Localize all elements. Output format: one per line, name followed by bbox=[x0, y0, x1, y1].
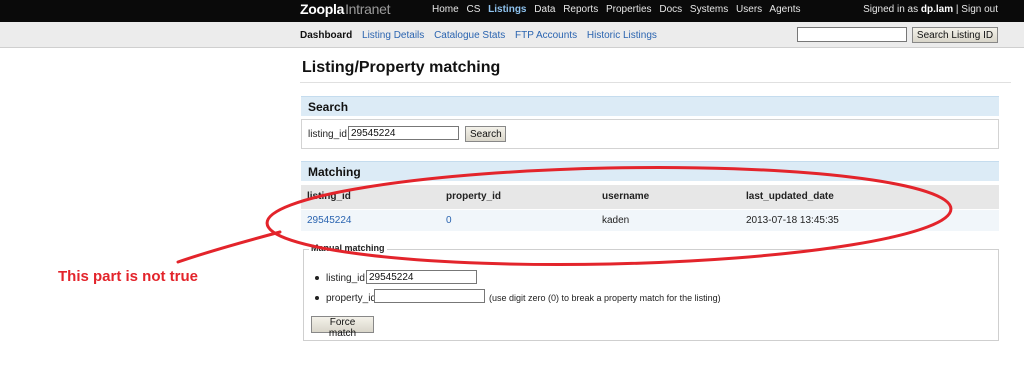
subnav-listing-details[interactable]: Listing Details bbox=[362, 30, 424, 41]
manual-listing-id-label: listing_id bbox=[326, 273, 365, 284]
main-nav: Home CS Listings Data Reports Properties… bbox=[432, 4, 806, 15]
listing-id-search-input[interactable] bbox=[797, 27, 907, 42]
search-listing-id-input[interactable] bbox=[348, 126, 459, 140]
account-info: Signed in as dp.lam | Sign out bbox=[863, 4, 998, 15]
nav-home[interactable]: Home bbox=[432, 4, 459, 15]
nav-agents[interactable]: Agents bbox=[769, 4, 800, 15]
top-bar: ZooplaIntranet Home CS Listings Data Rep… bbox=[0, 0, 1024, 22]
manual-property-id-label: property_id bbox=[326, 293, 377, 304]
account-separator: | bbox=[955, 4, 959, 15]
subnav-catalogue-stats[interactable]: Catalogue Stats bbox=[434, 30, 505, 41]
force-match-button[interactable]: Force match bbox=[311, 316, 374, 339]
search-panel-heading: Search bbox=[301, 96, 999, 116]
manual-matching-legend: Manual matching bbox=[309, 243, 387, 253]
matching-table-header: listing_id property_id username last_upd… bbox=[301, 185, 999, 210]
account-username[interactable]: dp.lam bbox=[921, 4, 953, 15]
matching-table: listing_id property_id username last_upd… bbox=[301, 185, 999, 231]
column-header-username: username bbox=[596, 185, 740, 210]
page-root: ZooplaIntranet Home CS Listings Data Rep… bbox=[0, 0, 1024, 391]
search-listing-id-label: listing_id bbox=[308, 129, 347, 140]
signed-in-prefix: Signed in as bbox=[863, 4, 919, 15]
manual-property-id-hint: (use digit zero (0) to break a property … bbox=[489, 293, 721, 303]
logo-sub: Intranet bbox=[345, 1, 391, 17]
cell-username: kaden bbox=[596, 209, 740, 231]
nav-cs[interactable]: CS bbox=[466, 4, 480, 15]
subnav-historic-listings[interactable]: Historic Listings bbox=[587, 30, 657, 41]
annotation-text: This part is not true bbox=[58, 268, 199, 285]
bullet-icon bbox=[315, 276, 319, 280]
sign-out-link[interactable]: Sign out bbox=[961, 4, 998, 15]
nav-data[interactable]: Data bbox=[534, 4, 555, 15]
sub-nav-bar: Dashboard Listing Details Catalogue Stat… bbox=[0, 22, 1024, 48]
nav-listings[interactable]: Listings bbox=[488, 4, 526, 15]
annotation-arrow bbox=[176, 230, 282, 264]
nav-properties[interactable]: Properties bbox=[606, 4, 652, 15]
table-row: 29545224 0 kaden 2013-07-18 13:45:35 bbox=[301, 209, 999, 231]
nav-docs[interactable]: Docs bbox=[659, 4, 682, 15]
bullet-icon bbox=[315, 296, 319, 300]
nav-users[interactable]: Users bbox=[736, 4, 762, 15]
page-title: Listing/Property matching bbox=[302, 59, 501, 76]
search-listing-id-button[interactable]: Search Listing ID bbox=[912, 27, 998, 43]
nav-reports[interactable]: Reports bbox=[563, 4, 598, 15]
cell-last-updated-date: 2013-07-18 13:45:35 bbox=[740, 209, 999, 231]
matching-panel-heading: Matching bbox=[301, 161, 999, 181]
column-header-listing-id: listing_id bbox=[301, 185, 440, 210]
subnav-ftp-accounts[interactable]: FTP Accounts bbox=[515, 30, 577, 41]
cell-listing-id-link[interactable]: 29545224 bbox=[301, 209, 440, 231]
sub-nav: Dashboard Listing Details Catalogue Stat… bbox=[300, 30, 664, 41]
search-button[interactable]: Search bbox=[465, 126, 506, 142]
title-divider bbox=[300, 82, 1011, 83]
column-header-property-id: property_id bbox=[440, 185, 596, 210]
search-panel: listing_id Search bbox=[301, 119, 999, 149]
cell-property-id-link[interactable]: 0 bbox=[440, 209, 596, 231]
logo-main: Zoopla bbox=[300, 1, 345, 17]
manual-property-id-input[interactable] bbox=[374, 289, 485, 303]
manual-listing-id-input[interactable] bbox=[366, 270, 477, 284]
column-header-last-updated-date: last_updated_date bbox=[740, 185, 999, 210]
nav-systems[interactable]: Systems bbox=[690, 4, 728, 15]
app-logo[interactable]: ZooplaIntranet bbox=[300, 1, 390, 17]
subnav-dashboard[interactable]: Dashboard bbox=[300, 30, 352, 41]
